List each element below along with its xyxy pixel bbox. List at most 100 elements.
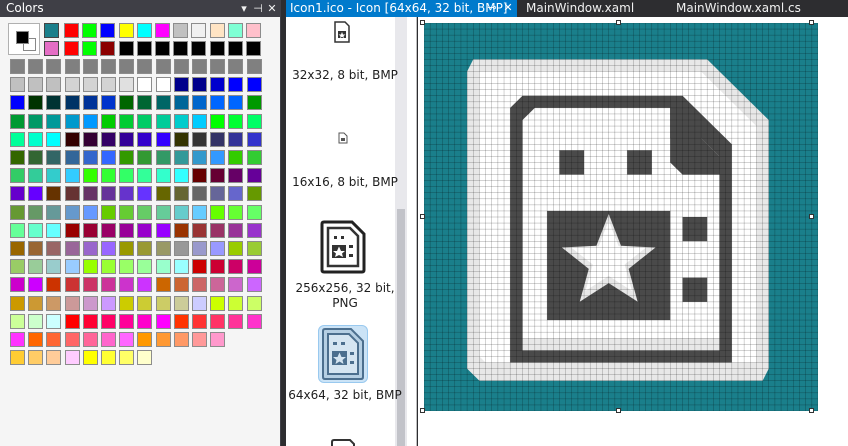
color-swatch[interactable] — [192, 332, 207, 347]
color-swatch[interactable] — [100, 41, 116, 57]
color-swatch[interactable] — [28, 222, 44, 238]
color-swatch[interactable] — [82, 59, 98, 74]
color-swatch[interactable] — [137, 168, 153, 184]
color-swatch[interactable] — [46, 150, 62, 165]
color-swatch[interactable] — [173, 277, 189, 293]
color-swatch[interactable] — [137, 222, 153, 238]
color-swatch[interactable] — [101, 259, 116, 275]
color-swatch[interactable] — [28, 313, 44, 329]
color-swatch[interactable] — [10, 222, 25, 238]
color-swatch[interactable] — [192, 59, 207, 74]
color-swatch[interactable] — [64, 41, 79, 57]
color-swatch[interactable] — [137, 332, 153, 347]
color-swatch[interactable] — [46, 277, 62, 293]
color-swatch[interactable] — [64, 168, 80, 184]
color-swatch[interactable] — [64, 241, 80, 256]
resize-handle[interactable] — [809, 214, 814, 219]
color-swatch[interactable] — [118, 23, 134, 38]
color-swatch[interactable] — [101, 186, 116, 202]
color-swatch[interactable] — [64, 77, 80, 93]
pin-icon[interactable]: ⊸ — [485, 0, 499, 16]
color-swatch[interactable] — [46, 350, 62, 366]
color-swatch[interactable] — [46, 95, 62, 111]
color-swatch[interactable] — [137, 186, 153, 202]
color-swatch[interactable] — [210, 77, 226, 93]
color-swatch[interactable] — [228, 222, 244, 238]
color-swatch[interactable] — [192, 95, 207, 111]
color-swatch[interactable] — [101, 313, 116, 329]
color-swatch[interactable] — [82, 222, 98, 238]
image-entry-64x64[interactable]: 64x64, 32 bit, BMP — [286, 388, 404, 403]
color-swatch[interactable] — [46, 168, 62, 184]
color-swatch[interactable] — [10, 59, 25, 74]
color-swatch[interactable] — [119, 95, 135, 111]
color-swatch[interactable] — [227, 41, 243, 57]
color-swatch[interactable] — [46, 313, 62, 329]
color-swatch[interactable] — [228, 113, 244, 129]
color-swatch[interactable] — [191, 23, 207, 38]
color-swatch[interactable] — [173, 23, 189, 38]
color-swatch[interactable] — [10, 168, 25, 184]
color-swatch[interactable] — [173, 332, 189, 347]
color-swatch[interactable] — [28, 186, 44, 202]
color-swatch[interactable] — [210, 59, 226, 74]
color-swatch[interactable] — [119, 332, 135, 347]
color-swatch[interactable] — [64, 277, 80, 293]
color-swatch[interactable] — [137, 259, 153, 275]
color-swatch[interactable] — [46, 77, 62, 93]
color-swatch[interactable] — [155, 59, 171, 74]
color-swatch[interactable] — [210, 204, 226, 220]
color-swatch[interactable] — [28, 95, 44, 111]
image-entry-32x32[interactable]: 32x32, 8 bit, BMP — [286, 68, 404, 83]
color-swatch[interactable] — [46, 332, 62, 347]
pin-icon[interactable]: ⊣ — [251, 0, 265, 17]
color-swatch[interactable] — [173, 259, 189, 275]
color-swatch[interactable] — [173, 204, 189, 220]
color-swatch[interactable] — [246, 277, 262, 293]
color-swatch[interactable] — [173, 295, 189, 311]
color-swatch[interactable] — [101, 204, 116, 220]
color-swatch[interactable] — [155, 113, 171, 129]
color-swatch[interactable] — [209, 41, 225, 57]
color-swatch[interactable] — [246, 150, 262, 165]
color-swatch[interactable] — [119, 277, 135, 293]
color-swatch[interactable] — [101, 222, 116, 238]
color-swatch[interactable] — [82, 113, 98, 129]
tab-mainwindow-xaml-cs[interactable]: MainWindow.xaml.cs — [676, 0, 801, 17]
color-swatch[interactable] — [155, 23, 170, 38]
color-swatch[interactable] — [64, 259, 80, 275]
color-swatch[interactable] — [46, 186, 62, 202]
color-swatch[interactable] — [64, 204, 80, 220]
color-swatch[interactable] — [64, 222, 80, 238]
color-swatch[interactable] — [101, 295, 116, 311]
color-swatch[interactable] — [228, 150, 244, 165]
color-swatch[interactable] — [192, 295, 207, 311]
color-swatch[interactable] — [101, 277, 116, 293]
color-swatch[interactable] — [192, 113, 207, 129]
color-swatch[interactable] — [64, 95, 80, 111]
color-swatch[interactable] — [82, 95, 98, 111]
color-swatch[interactable] — [28, 259, 44, 275]
color-swatch[interactable] — [246, 241, 262, 256]
color-swatch[interactable] — [210, 168, 226, 184]
color-swatch[interactable] — [210, 186, 226, 202]
color-swatch[interactable] — [228, 77, 244, 93]
color-swatch[interactable] — [246, 313, 262, 329]
color-swatch[interactable] — [173, 113, 189, 129]
color-swatch[interactable] — [246, 259, 262, 275]
color-swatch[interactable] — [10, 95, 25, 111]
thumbnail-32x32[interactable] — [333, 21, 351, 43]
color-swatch[interactable] — [246, 95, 262, 111]
color-swatch[interactable] — [137, 295, 153, 311]
color-swatch[interactable] — [28, 332, 44, 347]
pixel-editing-canvas[interactable] — [424, 23, 818, 411]
color-swatch[interactable] — [246, 186, 262, 202]
color-swatch[interactable] — [119, 259, 135, 275]
color-swatch[interactable] — [173, 241, 189, 256]
color-swatch[interactable] — [10, 204, 25, 220]
color-swatch[interactable] — [246, 23, 261, 38]
color-swatch[interactable] — [64, 295, 80, 311]
color-swatch[interactable] — [119, 313, 135, 329]
color-swatch[interactable] — [46, 59, 62, 74]
color-swatch[interactable] — [155, 168, 171, 184]
